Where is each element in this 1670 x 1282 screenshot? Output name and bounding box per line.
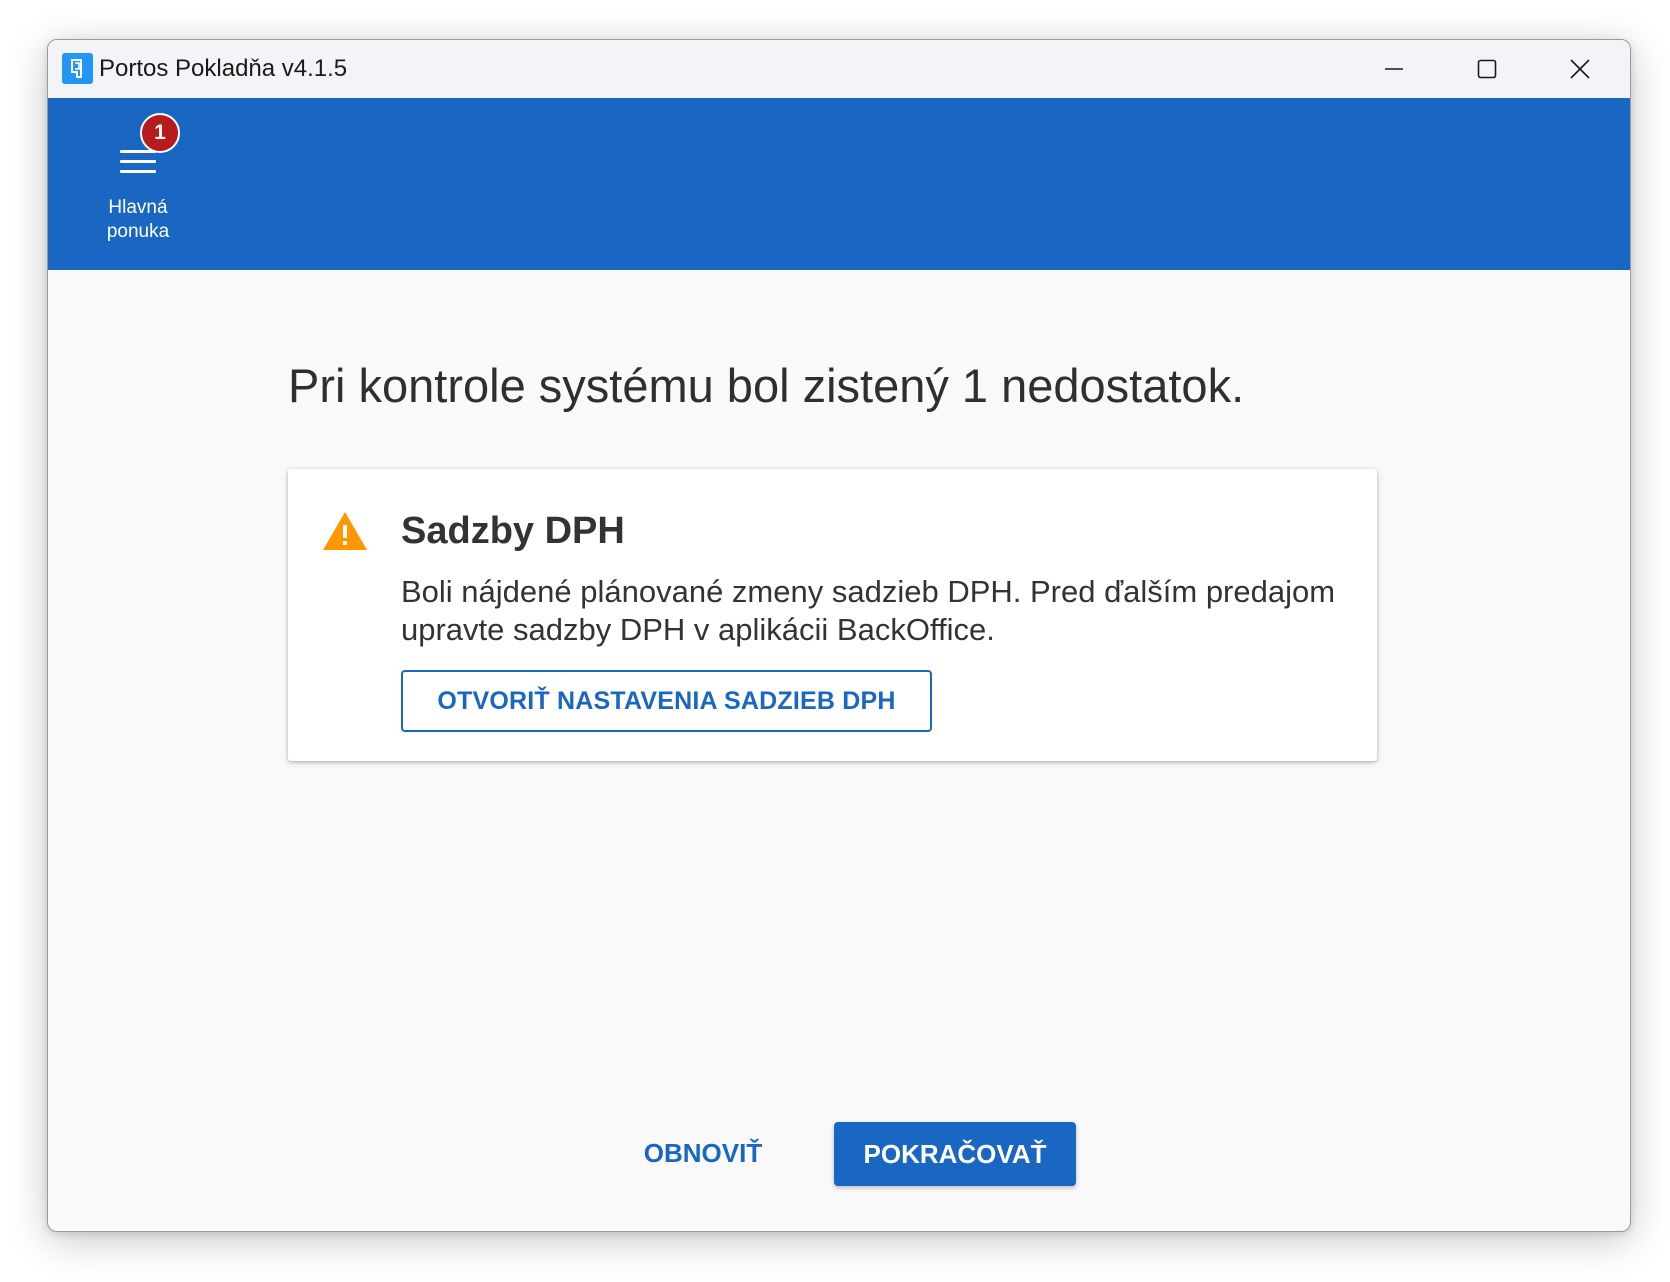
issue-card: Sadzby DPH Boli nájdené plánované zmeny … xyxy=(288,469,1377,761)
warning-icon xyxy=(323,512,367,550)
app-logo-icon xyxy=(62,53,93,84)
window-title: Portos Pokladňa v4.1.5 xyxy=(99,55,348,82)
minimize-icon xyxy=(1385,68,1403,70)
close-button[interactable] xyxy=(1534,40,1626,98)
main-menu-label: Hlavná ponuka xyxy=(106,197,170,242)
open-vat-settings-button[interactable]: OTVORIŤ NASTAVENIA SADZIEB DPH xyxy=(401,670,932,732)
maximize-button[interactable] xyxy=(1441,40,1533,98)
maximize-icon xyxy=(1477,59,1497,79)
continue-button[interactable]: POKRAČOVAŤ xyxy=(834,1122,1076,1186)
hamburger-menu-icon xyxy=(120,150,156,176)
close-icon xyxy=(1570,59,1590,79)
notification-badge: 1 xyxy=(140,113,180,153)
app-bar: 1 Hlavná ponuka xyxy=(48,98,1630,270)
refresh-button[interactable]: OBNOVIŤ xyxy=(618,1122,788,1184)
title-bar[interactable]: Portos Pokladňa v4.1.5 xyxy=(48,40,1630,98)
issue-title: Sadzby DPH xyxy=(401,510,625,552)
page-title: Pri kontrole systému bol zistený 1 nedos… xyxy=(288,359,1245,412)
main-menu-button[interactable]: 1 Hlavná ponuka xyxy=(94,108,182,248)
issue-description: Boli nájdené plánované zmeny sadzieb DPH… xyxy=(401,574,1336,647)
app-window: Portos Pokladňa v4.1.5 1 Hlavná ponuka P… xyxy=(47,39,1631,1232)
minimize-button[interactable] xyxy=(1348,40,1440,98)
